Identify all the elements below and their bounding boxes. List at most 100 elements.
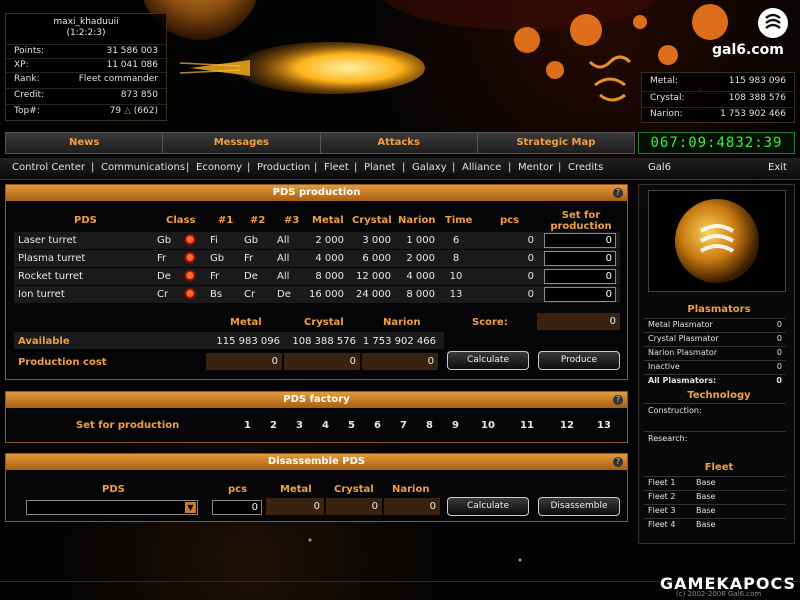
col-header-pcs: pcs [500, 215, 520, 226]
site-logo-text[interactable]: gal6.com [712, 42, 784, 58]
pds-name: Laser turret [18, 235, 77, 246]
subnav-mentor[interactable]: Mentor [518, 162, 553, 173]
col-header-3: #3 [284, 215, 300, 226]
summary-header-narion: Narion [383, 317, 421, 328]
fleet-section: Fleet Fleet 1 Base Fleet 2 Base Fleet 3 Bas… [644, 462, 794, 529]
main-nav: News Messages Attacks Strategic Map [5, 132, 635, 154]
factory-slot[interactable]: 5 [348, 420, 355, 431]
pds-class: Cr [157, 289, 169, 300]
set-for-production-input[interactable]: 0 [544, 269, 616, 284]
stat-row-rank: Rank: Fleet commander [6, 72, 166, 86]
nav-news[interactable]: News [6, 133, 164, 153]
subnav-communications[interactable]: Communications [101, 162, 185, 173]
target-2: Cr [244, 289, 256, 300]
resource-metal: Metal: 115 983 096 [650, 76, 786, 86]
cost-narion: 4 000 [406, 271, 435, 282]
stat-row-xp: XP: 11 041 086 [6, 58, 166, 72]
factory-slot[interactable]: 7 [400, 420, 407, 431]
subnav-credits[interactable]: Credits [568, 162, 603, 173]
stat-row-credit: Credit: 873 850 [6, 88, 166, 102]
planet-view[interactable] [648, 190, 786, 292]
subnav-separator: | [186, 162, 190, 173]
stat-row-points: Points: 31 586 003 [6, 44, 166, 58]
game-clock: 067:09:4832:39 [638, 132, 795, 154]
dropdown-arrow-icon[interactable]: ▼ [185, 502, 196, 513]
target-1: Fr [210, 271, 220, 282]
nav-messages[interactable]: Messages [163, 133, 321, 153]
factory-slot[interactable]: 1 [244, 420, 251, 431]
set-for-production-input[interactable]: 0 [544, 233, 616, 248]
subnav-alliance[interactable]: Alliance [462, 162, 501, 173]
subnav-fleet[interactable]: Fleet [324, 162, 349, 173]
cost-metal: 8 000 [315, 271, 344, 282]
copyright: (c) 2002-2008 Gal6.com [676, 590, 762, 598]
available-label: Available [18, 336, 70, 347]
factory-slot[interactable]: 13 [597, 420, 611, 431]
calculate-button[interactable]: Calculate [447, 351, 529, 370]
subnav-economy[interactable]: Economy [196, 162, 242, 173]
player-coords: (1:2:2:3) [66, 28, 106, 38]
target-1: Gb [210, 253, 225, 264]
subnav-production[interactable]: Production [257, 162, 310, 173]
pcs-count: 0 [527, 253, 534, 264]
resource-narion: Narion: 1 753 902 466 [642, 107, 794, 121]
fleet-title: Fleet [704, 462, 734, 473]
pds-class: Gb [157, 235, 172, 246]
plasmator-row: Inactive 0 [644, 360, 786, 373]
subnav-galaxy-id[interactable]: Gal6 [648, 162, 671, 173]
subnav-planet[interactable]: Planet [364, 162, 395, 173]
summary-header-crystal: Crystal [304, 317, 344, 328]
target-2: De [244, 271, 258, 282]
plasmators-title: Plasmators [687, 304, 751, 315]
subnav-exit[interactable]: Exit [768, 162, 787, 173]
panel-title: Disassemble PDS [6, 454, 627, 470]
cost-metal: 16 000 [309, 289, 344, 300]
planet-icon [675, 199, 759, 283]
col-header-pds: PDS [102, 484, 125, 495]
cost-narion: 2 000 [406, 253, 435, 264]
factory-slot[interactable]: 4 [322, 420, 329, 431]
fleet-row[interactable]: Fleet 3 Base [644, 504, 786, 517]
nav-strategic-map[interactable]: Strategic Map [478, 133, 634, 153]
help-icon[interactable]: ? [613, 188, 623, 198]
plasmator-total-row: All Plasmators: 0 [644, 374, 786, 387]
fleet-row[interactable]: Fleet 2 Base [644, 490, 786, 503]
col-header-crystal: Crystal [352, 215, 392, 226]
nav-attacks[interactable]: Attacks [321, 133, 478, 153]
produce-button[interactable]: Produce [538, 351, 620, 370]
pds-name: Plasma turret [18, 253, 86, 264]
factory-slot[interactable]: 12 [560, 420, 574, 431]
fleet-row[interactable]: Fleet 1 Base [644, 476, 786, 489]
disassemble-narion: 0 [384, 498, 440, 515]
help-icon[interactable]: ? [613, 395, 623, 405]
class-orb-icon [184, 270, 196, 282]
disassemble-pcs-input[interactable]: 0 [212, 500, 262, 515]
player-info-panel: maxi_khaduuii (1:2:2:3) Points: 31 586 00… [5, 13, 167, 121]
disassemble-button[interactable]: Disassemble [538, 497, 620, 516]
factory-slot[interactable]: 10 [481, 420, 495, 431]
factory-slot[interactable]: 6 [374, 420, 381, 431]
set-for-production-input[interactable]: 0 [544, 287, 616, 302]
production-cost-label: Production cost [18, 357, 107, 368]
factory-slot[interactable]: 3 [296, 420, 303, 431]
help-icon[interactable]: ? [613, 457, 623, 467]
factory-slot[interactable]: 9 [452, 420, 459, 431]
factory-slot[interactable]: 8 [426, 420, 433, 431]
subnav-separator: | [508, 162, 512, 173]
disassemble-pds-panel: Disassemble PDS ? PDS pcs Metal Crystal … [5, 453, 628, 522]
subnav-control-center[interactable]: Control Center [12, 162, 85, 173]
calculate-button[interactable]: Calculate [447, 497, 529, 516]
set-for-production-input[interactable]: 0 [544, 251, 616, 266]
production-cost-narion: 0 [362, 353, 438, 370]
col-header-narion: Narion [392, 484, 430, 495]
pds-select[interactable]: ▼ [26, 500, 198, 515]
subnav-separator: | [558, 162, 562, 173]
subnav-galaxy[interactable]: Galaxy [412, 162, 447, 173]
class-orb-icon [184, 252, 196, 264]
available-metal: 115 983 096 [216, 336, 280, 347]
col-header-crystal: Crystal [334, 484, 374, 495]
resources-panel: Metal: 115 983 096 Crystal: 108 388 576 Na… [641, 72, 795, 123]
factory-slot[interactable]: 2 [270, 420, 277, 431]
factory-slot[interactable]: 11 [520, 420, 534, 431]
fleet-row[interactable]: Fleet 4 Base [644, 518, 786, 531]
